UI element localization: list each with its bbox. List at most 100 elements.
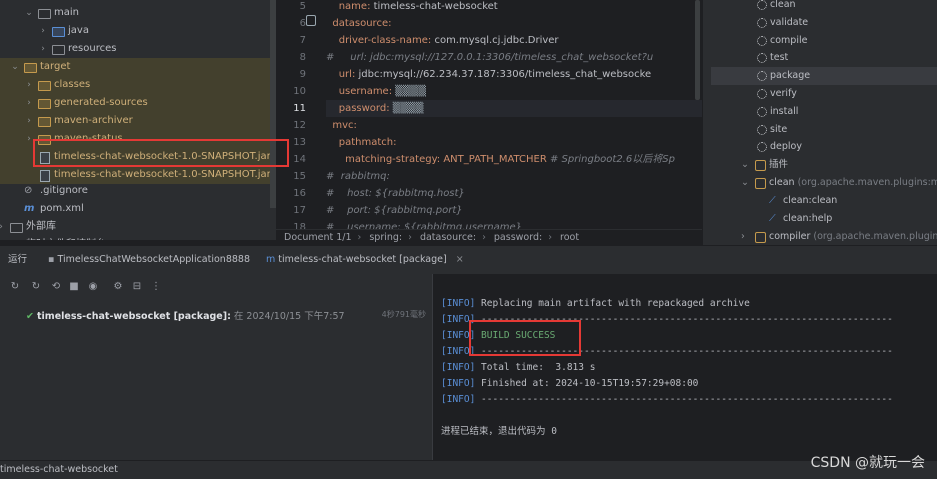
toggle-offline-icon[interactable]: ⟲ bbox=[50, 281, 62, 293]
maven-tab-icon: m bbox=[266, 254, 276, 265]
tree-item[interactable]: › 临时文件和控制台 bbox=[0, 236, 276, 240]
code-token: # Springboot2.6以后将Sp bbox=[546, 154, 675, 165]
code-line[interactable]: matching-strategy: ANT_PATH_MATCHER # Sp… bbox=[326, 151, 702, 168]
breadcrumb-item[interactable]: spring: bbox=[369, 232, 402, 243]
code-token: ▒▒▒▒ bbox=[395, 86, 427, 97]
maven-goal-validate[interactable]: validate bbox=[703, 14, 937, 32]
maven-goal-compile[interactable]: compile bbox=[703, 32, 937, 50]
console-line: [INFO] ---------------------------------… bbox=[441, 392, 893, 408]
tab-package[interactable]: m timeless-chat-websocket [package] × bbox=[266, 246, 470, 276]
gear-icon bbox=[757, 124, 767, 135]
maven-goal-verify[interactable]: verify bbox=[703, 85, 937, 103]
line-number: 11 bbox=[293, 103, 306, 114]
maven-goal-package[interactable]: package bbox=[711, 67, 937, 86]
code-line[interactable]: mvc: bbox=[326, 117, 702, 134]
maven-goal-test[interactable]: test bbox=[703, 49, 937, 67]
settings-icon[interactable]: ⚙ bbox=[112, 281, 124, 293]
log-text: ----------------------------------------… bbox=[475, 394, 893, 405]
project-tree: ⌄ main › java › resources ⌄ target › classes › gene… bbox=[0, 0, 276, 240]
tree-item[interactable]: › resources bbox=[0, 40, 276, 58]
maven-goal-deploy[interactable]: deploy bbox=[703, 138, 937, 156]
layout-icon[interactable]: ⊟ bbox=[131, 281, 143, 293]
status-bar: timeless-chat-websocket bbox=[0, 460, 937, 479]
chevron-right-icon[interactable]: › bbox=[0, 236, 6, 240]
chevron-right-icon[interactable]: › bbox=[0, 218, 6, 236]
line-number: 7 bbox=[299, 35, 306, 46]
maven-plugin-goal[interactable]: ⟋ clean:clean bbox=[703, 192, 937, 210]
chevron-down-icon[interactable]: ⌄ bbox=[741, 174, 749, 192]
chevron-down-icon[interactable]: ⌄ bbox=[741, 156, 749, 174]
tab-application[interactable]: ▪ TimelessChatWebsocketApplication8888 bbox=[48, 246, 250, 274]
plugin-compiler-label: compiler (org.apache.maven.plugins:m bbox=[769, 228, 937, 245]
more-icon[interactable]: ⋮ bbox=[150, 281, 162, 293]
chevron-right-icon[interactable]: › bbox=[24, 94, 34, 112]
chevron-down-icon[interactable]: ⌄ bbox=[24, 4, 34, 22]
eye-icon[interactable]: ◉ bbox=[87, 281, 99, 293]
stop-icon[interactable]: ■ bbox=[68, 281, 80, 293]
maven-goal-label: validate bbox=[770, 16, 809, 28]
maven-goal-site[interactable]: site bbox=[703, 121, 937, 139]
chevron-right-icon[interactable]: › bbox=[24, 112, 34, 130]
maven-plugin-compiler[interactable]: › compiler (org.apache.maven.plugins:m bbox=[703, 228, 937, 245]
maven-plugin-clean[interactable]: ⌄ clean (org.apache.maven.plugins:maven bbox=[703, 174, 937, 192]
line-number: 17 bbox=[293, 205, 306, 216]
code-line[interactable]: name: timeless-chat-websocket bbox=[326, 0, 702, 15]
code-line[interactable]: username: ▒▒▒▒ bbox=[326, 83, 702, 100]
code-line[interactable]: # rabbitmq: bbox=[326, 168, 702, 185]
code-line[interactable]: url: jdbc:mysql://62.234.37.187:3306/tim… bbox=[326, 66, 702, 83]
code-line[interactable]: pathmatch: bbox=[326, 134, 702, 151]
chevron-right-icon[interactable]: › bbox=[38, 22, 48, 40]
breadcrumb-item[interactable]: password: bbox=[494, 232, 542, 243]
gear-icon bbox=[757, 142, 767, 153]
chevron-right-icon[interactable]: › bbox=[38, 40, 48, 58]
maven-goal-install[interactable]: install bbox=[703, 103, 937, 121]
code-editor[interactable]: name: timeless-chat-websocket datasource… bbox=[326, 0, 702, 230]
rerun-failed-icon[interactable]: ↻ bbox=[30, 281, 42, 293]
maven-plugin-goal-label: clean:help bbox=[783, 213, 833, 224]
tree-item[interactable]: › java bbox=[0, 22, 276, 40]
maven-goal-clean[interactable]: clean bbox=[703, 0, 937, 14]
breadcrumb-item[interactable]: Document 1/1 bbox=[284, 232, 352, 243]
tree-item[interactable]: › 外部库 bbox=[0, 218, 276, 236]
gear-icon bbox=[757, 0, 767, 10]
chevron-right-icon[interactable]: › bbox=[741, 228, 745, 245]
jar-file-icon bbox=[40, 170, 50, 182]
code-line[interactable]: password: ▒▒▒▒ bbox=[326, 100, 702, 117]
chevron-down-icon[interactable]: ⌄ bbox=[10, 58, 20, 76]
code-token: # rabbitmq: bbox=[326, 171, 390, 182]
code-token: url: bbox=[338, 69, 359, 80]
rerun-icon[interactable]: ↻ bbox=[9, 281, 21, 293]
editor-gutter: 5 6 7 8 9 10 11 12 13 14 15 16 17 18 bbox=[276, 0, 326, 233]
tree-item[interactable]: ⊘ .gitignore bbox=[0, 182, 276, 200]
maven-plugins-node[interactable]: ⌄ 插件 bbox=[703, 156, 937, 174]
breadcrumb-item[interactable]: datasource: bbox=[420, 232, 476, 243]
code-token: # port: ${rabbitmq.port} bbox=[326, 205, 463, 216]
tree-item[interactable]: m pom.xml bbox=[0, 200, 276, 218]
breadcrumb-item[interactable]: root bbox=[560, 232, 579, 243]
code-line[interactable]: datasource: bbox=[326, 15, 702, 32]
code-line[interactable]: # port: ${rabbitmq.port} bbox=[326, 202, 702, 219]
chevron-right-icon[interactable]: › bbox=[24, 76, 34, 94]
tree-item[interactable]: ⌄ target bbox=[0, 58, 276, 76]
run-tree-item[interactable]: ✔ timeless-chat-websocket [package]: 在 2… bbox=[26, 308, 345, 322]
maven-goal-label: clean bbox=[770, 0, 796, 10]
tree-item[interactable]: › maven-archiver bbox=[0, 112, 276, 130]
tree-item[interactable]: › classes bbox=[0, 76, 276, 94]
maven-goal-label: site bbox=[770, 123, 788, 135]
log-level: [INFO] bbox=[441, 394, 476, 405]
code-line[interactable]: # url: jdbc:mysql://127.0.0.1:3306/timel… bbox=[326, 49, 702, 66]
console-output[interactable]: [INFO] Replacing main artifact with repa… bbox=[432, 274, 937, 460]
tree-item[interactable]: ⌄ main bbox=[0, 4, 276, 22]
editor-scrollbar[interactable] bbox=[695, 0, 700, 100]
gitignore-icon: ⊘ bbox=[24, 185, 33, 196]
tree-item-label: 外部库 bbox=[26, 221, 56, 232]
maven-plugin-goal[interactable]: ⟋ clean:help bbox=[703, 210, 937, 228]
tree-item[interactable]: › generated-sources bbox=[0, 94, 276, 112]
code-line[interactable]: # host: ${rabbitmq.host} bbox=[326, 185, 702, 202]
tree-item-label: generated-sources bbox=[54, 97, 148, 108]
code-line[interactable]: driver-class-name: com.mysql.cj.jdbc.Dri… bbox=[326, 32, 702, 49]
folder-icon bbox=[52, 27, 65, 37]
close-icon[interactable]: × bbox=[456, 254, 464, 265]
